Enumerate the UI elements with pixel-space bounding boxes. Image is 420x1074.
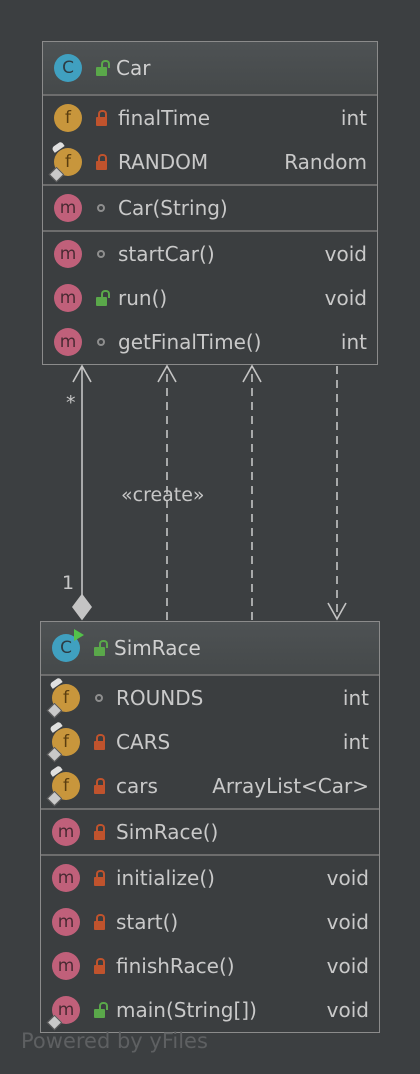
watermark-text: Powered by yFiles: [21, 1029, 208, 1053]
multiplicity-many-label: *: [66, 392, 76, 414]
relationship-edges: [72, 364, 347, 621]
create-stereotype-label: «create»: [121, 484, 205, 506]
multiplicity-one-label: 1: [62, 572, 75, 594]
composition-edge[interactable]: [72, 364, 92, 621]
reverse-dependency-edge[interactable]: [327, 366, 347, 621]
dependency-edge[interactable]: [242, 364, 262, 620]
